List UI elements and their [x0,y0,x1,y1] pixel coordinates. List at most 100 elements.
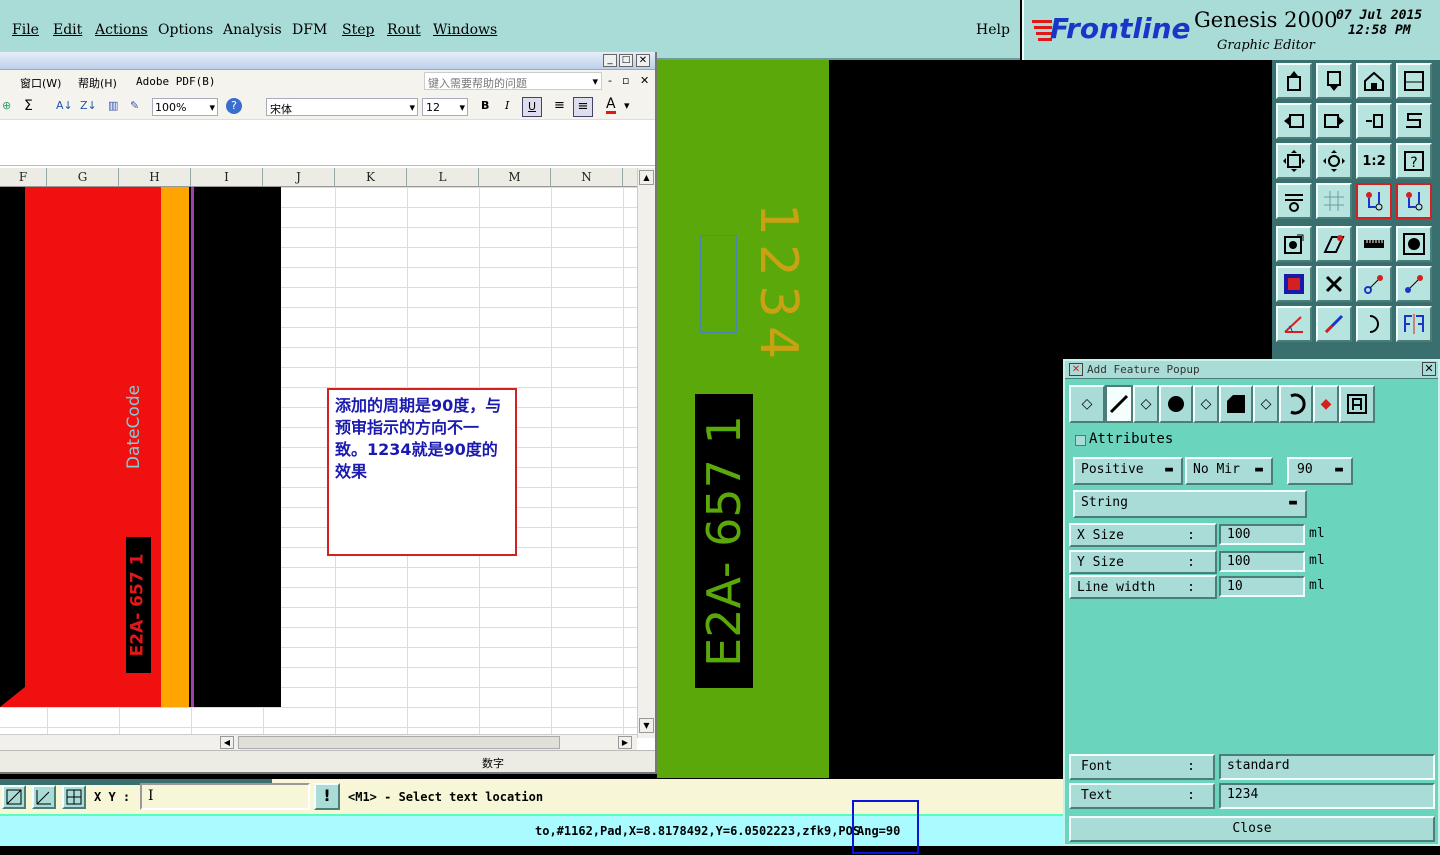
move-up-icon[interactable] [1276,63,1312,99]
move-right-icon[interactable] [1316,103,1352,139]
y-size-input[interactable]: 100 [1219,551,1305,572]
text-feature-icon[interactable] [1339,385,1375,423]
help-query-icon[interactable]: ? [1396,143,1432,179]
text-feature-1234[interactable]: 1234 [748,185,808,385]
font-select[interactable]: 宋体 ▾ [266,98,418,116]
menu-windows[interactable]: Windows [433,22,497,38]
sort-desc-icon[interactable]: Z↓ [80,99,97,112]
minimize-button[interactable]: _ [603,54,617,67]
center-snap-icon[interactable] [62,785,86,809]
move-down-icon[interactable] [1316,63,1352,99]
x-size-input[interactable]: 100 [1219,524,1305,545]
comment-box[interactable]: 添加的周期是90度，与预审指示的方向不一致。1234就是90度的效果 [327,388,517,556]
horizontal-scroll-thumb[interactable] [238,736,560,749]
settings-icon[interactable] [1276,183,1312,219]
home-icon[interactable] [1356,63,1392,99]
snap-route-icon[interactable] [1396,183,1432,219]
zoom-window-icon[interactable] [1396,63,1432,99]
autosum-icon[interactable]: Σ [24,98,33,114]
menu-file[interactable]: File [12,22,39,38]
align-center-icon[interactable]: ≡ [573,97,593,117]
doc-restore-icon[interactable]: ▫ [622,74,629,87]
xy-input[interactable]: I [140,783,310,810]
zoom-home-icon[interactable] [1396,103,1432,139]
surface-feature-icon[interactable] [1219,385,1253,423]
menu-edit[interactable]: Edit [53,22,82,38]
scale-1-2-icon[interactable]: 1:2 [1356,143,1392,179]
line-width-input[interactable]: 10 [1219,576,1305,597]
column-header-l[interactable]: L [407,168,479,186]
scroll-up-icon[interactable]: ▲ [639,170,654,185]
alert-icon[interactable]: ! [314,783,340,810]
move-left-icon[interactable] [1276,103,1312,139]
chart-wizard-icon[interactable]: ▥ [108,99,118,112]
excel-menu-pdf[interactable]: Adobe PDF(B) [136,75,215,88]
excel-menu-help[interactable]: 帮助(H) [78,75,117,91]
font-color-icon[interactable]: A [606,97,616,114]
bold-icon[interactable]: B [481,99,489,112]
zoom-select[interactable]: 100% ▾ [152,98,218,116]
align-left-icon[interactable]: ≡ [554,98,565,113]
menu-actions[interactable]: Actions [95,22,148,38]
zoom-in-icon[interactable] [1316,143,1352,179]
angle-select[interactable]: 90 ▬ [1287,457,1353,485]
chevron-down-icon[interactable]: ▾ [624,99,630,112]
menu-step[interactable]: Step [342,22,374,38]
italic-icon[interactable]: I [505,99,509,112]
column-header-h[interactable]: H [119,168,191,186]
delete-icon[interactable] [1316,266,1352,302]
add-circle-icon[interactable] [1396,226,1432,262]
popup-close-icon[interactable]: ✕ [1422,362,1436,376]
vertical-scrollbar[interactable]: ▲ ▼ [637,168,655,738]
grid-snap-icon[interactable] [32,785,56,809]
drawing-icon[interactable]: ✎ [130,99,139,112]
fit-screen-icon[interactable] [1276,143,1312,179]
close-button[interactable]: Close [1069,816,1435,842]
horizontal-scrollbar[interactable]: ◀ ▶ [0,734,637,750]
line-type-selector[interactable]: ◇ [1069,385,1105,423]
measure-icon[interactable] [1356,226,1392,262]
excel-menu-window[interactable]: 窗口(W) [20,75,61,91]
menu-help[interactable]: Help [976,22,1010,38]
doc-minimize-icon[interactable]: - [608,74,612,87]
menu-options[interactable]: Options [158,22,213,38]
snap-red-icon[interactable] [1356,183,1392,219]
text-type-selector[interactable]: ◆ [1313,385,1339,423]
arc-feature-icon[interactable] [1279,385,1313,423]
rotate-icon[interactable] [1276,306,1312,342]
add-surface-icon[interactable] [1316,226,1352,262]
formula-area[interactable] [0,120,655,166]
popup-menu-icon[interactable]: ✕ [1069,363,1083,376]
attributes-checkbox[interactable] [1075,435,1086,446]
close-icon[interactable]: ✕ [636,54,650,67]
chevron-down-icon[interactable]: ▾ [592,75,598,88]
column-header-f[interactable]: F [0,168,47,186]
surface-type-selector[interactable]: ◇ [1193,385,1219,423]
font-input[interactable]: standard [1219,754,1435,780]
help-icon[interactable]: ? [226,98,242,114]
hyperlink-icon[interactable]: ⊕ [2,99,11,112]
column-header-m[interactable]: M [479,168,551,186]
arc-type-selector[interactable]: ◇ [1253,385,1279,423]
scroll-left-icon[interactable]: ◀ [220,736,234,749]
snap-mode-icon[interactable] [2,785,26,809]
copy-feature-icon[interactable] [1396,266,1432,302]
column-header-n[interactable]: N [551,168,623,186]
scroll-right-icon[interactable]: ▶ [618,736,632,749]
pad-feature-icon[interactable] [1159,385,1193,423]
underline-icon[interactable]: U [522,97,542,117]
text-input[interactable]: 1234 [1219,783,1435,809]
column-header-g[interactable]: G [47,168,119,186]
font-size-select[interactable]: 12 ▾ [422,98,468,116]
select-area-icon[interactable] [1276,266,1312,302]
polarity-select[interactable]: Positive ▬ [1073,457,1183,485]
draw-line-icon[interactable] [1316,306,1352,342]
line-feature-icon[interactable] [1105,385,1133,423]
maximize-button[interactable]: □ [619,54,633,67]
move-feature-icon[interactable] [1356,266,1392,302]
scroll-down-icon[interactable]: ▼ [639,718,654,733]
add-pad-icon[interactable] [1276,226,1312,262]
sort-asc-icon[interactable]: A↓ [56,99,73,112]
marking-text[interactable]: E2A- 657 1 [697,394,751,688]
menu-dfm[interactable]: DFM [292,22,327,38]
